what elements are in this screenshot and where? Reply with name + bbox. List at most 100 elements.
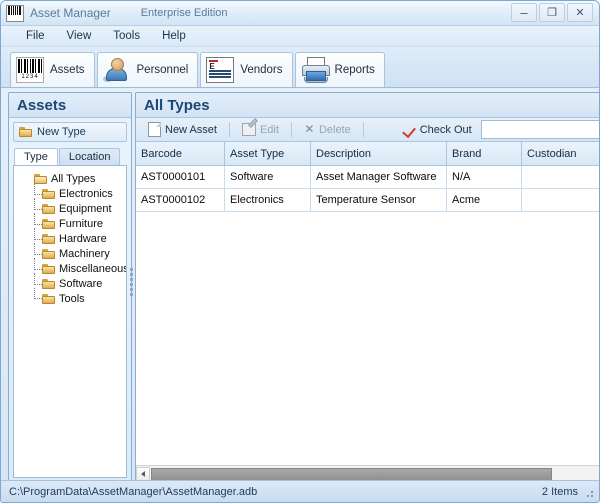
tree-node-label: Tools: [59, 293, 85, 305]
application-window: Asset Manager Enterprise Edition – ❐ ✕ F…: [0, 0, 600, 503]
item-count: 2 Items: [542, 486, 578, 498]
title-bar: Asset Manager Enterprise Edition – ❐ ✕: [1, 1, 599, 26]
type-tree[interactable]: All Types Electronics Equipment Furnitur…: [13, 165, 127, 478]
edit-button[interactable]: Edit: [235, 120, 286, 139]
sidebar-tab-type[interactable]: Type: [14, 148, 58, 166]
close-button[interactable]: ✕: [567, 3, 593, 22]
edit-icon: [242, 123, 256, 136]
tree-node-label: Machinery: [59, 248, 110, 260]
tree-node-label: Miscellaneous: [59, 263, 127, 275]
cell-brand: N/A: [447, 166, 522, 189]
folder-icon: [42, 279, 55, 289]
menu-item-help[interactable]: Help: [151, 28, 197, 44]
separator: [229, 122, 230, 137]
scroll-left-arrow-icon[interactable]: [136, 467, 150, 481]
toolbar-tab-label: Assets: [50, 64, 85, 76]
document-icon: E: [206, 57, 234, 83]
new-asset-label: New Asset: [165, 124, 217, 136]
tree-node-label: Furniture: [59, 218, 103, 230]
new-type-label: New Type: [37, 126, 86, 138]
module-toolbar: 1234 Assets Personnel E Vendors Reports: [1, 47, 599, 88]
cell-custodian: [522, 166, 600, 189]
check-out-label: Check Out: [420, 124, 472, 136]
barcode-digits: 1234: [18, 73, 42, 81]
sidebar-title: Assets: [9, 93, 131, 118]
cell-barcode: AST0000102: [136, 189, 225, 212]
panel-splitter[interactable]: [128, 263, 135, 301]
folder-icon: [19, 127, 32, 137]
table-header-row: Barcode Asset Type Description Brand Cus…: [136, 142, 600, 166]
window-controls: – ❐ ✕: [511, 3, 593, 22]
sidebar-panel: Assets New Type Type Location All Types: [8, 92, 132, 483]
separator: [363, 122, 364, 137]
barcode-icon: [6, 5, 24, 22]
cell-barcode: AST0000101: [136, 166, 225, 189]
column-header-description[interactable]: Description: [311, 142, 447, 166]
printer-icon: [301, 57, 329, 83]
tree-node-label: All Types: [51, 173, 95, 185]
toolbar-tab-label: Vendors: [240, 64, 282, 76]
cell-description: Temperature Sensor: [311, 189, 447, 212]
folder-open-icon: [34, 174, 47, 184]
folder-icon: [42, 234, 55, 244]
separator: [291, 122, 292, 137]
tree-node-label: Equipment: [59, 203, 112, 215]
column-header-custodian[interactable]: Custodian: [522, 142, 600, 166]
minimize-button[interactable]: –: [511, 3, 537, 22]
folder-icon: [42, 189, 55, 199]
assets-table: Barcode Asset Type Description Brand Cus…: [136, 142, 600, 212]
folder-icon: [42, 204, 55, 214]
cell-asset-type: Software: [225, 166, 311, 189]
page-title: All Types: [136, 93, 600, 118]
column-header-barcode[interactable]: Barcode: [136, 142, 225, 166]
folder-icon: [42, 264, 55, 274]
window-subtitle: Enterprise Edition: [141, 7, 228, 19]
menu-item-tools[interactable]: Tools: [102, 28, 151, 44]
assets-panel: All Types New Asset Edit ✕ Delete: [135, 92, 600, 483]
menu-item-view[interactable]: View: [56, 28, 103, 44]
barcode-icon: 1234: [16, 57, 44, 83]
toolbar-tab-assets[interactable]: 1234 Assets: [10, 52, 95, 87]
toolbar-tab-label: Personnel: [137, 64, 189, 76]
search-input[interactable]: [481, 120, 600, 139]
cell-asset-type: Electronics: [225, 189, 311, 212]
new-document-icon: [148, 122, 161, 137]
maximize-button[interactable]: ❐: [539, 3, 565, 22]
scroll-track[interactable]: [150, 467, 600, 481]
new-type-button[interactable]: New Type: [13, 122, 127, 142]
status-bar: C:\ProgramData\AssetManager\AssetManager…: [1, 480, 599, 502]
action-bar: New Asset Edit ✕ Delete Check Out: [136, 118, 600, 142]
new-asset-button[interactable]: New Asset: [141, 119, 224, 140]
menu-bar: File View Tools Help: [1, 26, 599, 47]
toolbar-tab-label: Reports: [335, 64, 375, 76]
folder-icon: [42, 249, 55, 259]
column-header-asset-type[interactable]: Asset Type: [225, 142, 311, 166]
search-area: [481, 120, 600, 139]
check-out-button[interactable]: Check Out: [397, 121, 479, 139]
toolbar-tab-reports[interactable]: Reports: [295, 52, 385, 87]
resize-grip-icon[interactable]: [583, 487, 593, 497]
edit-label: Edit: [260, 124, 279, 136]
main-body: Assets New Type Type Location All Types: [1, 88, 599, 483]
database-path: C:\ProgramData\AssetManager\AssetManager…: [9, 486, 257, 498]
delete-button[interactable]: ✕ Delete: [297, 121, 358, 139]
table-row[interactable]: AST0000101 Software Asset Manager Softwa…: [136, 166, 600, 189]
delete-x-icon: ✕: [304, 124, 315, 135]
folder-icon: [42, 219, 55, 229]
tree-node-label: Software: [59, 278, 102, 290]
table-row[interactable]: AST0000102 Electronics Temperature Senso…: [136, 189, 600, 212]
column-header-brand[interactable]: Brand: [447, 142, 522, 166]
sidebar-tabs: Type Location: [9, 146, 131, 165]
cell-custodian: [522, 189, 600, 212]
delete-label: Delete: [319, 124, 351, 136]
tree-node-tools[interactable]: Tools: [20, 291, 126, 306]
grid-empty-area: [136, 212, 600, 465]
menu-item-file[interactable]: File: [15, 28, 56, 44]
cell-description: Asset Manager Software: [311, 166, 447, 189]
person-icon: [103, 57, 131, 83]
toolbar-tab-personnel[interactable]: Personnel: [97, 52, 199, 87]
toolbar-tab-vendors[interactable]: E Vendors: [200, 52, 292, 87]
tree-node-label: Electronics: [59, 188, 113, 200]
tree-node-label: Hardware: [59, 233, 107, 245]
sidebar-tab-location[interactable]: Location: [59, 148, 121, 165]
